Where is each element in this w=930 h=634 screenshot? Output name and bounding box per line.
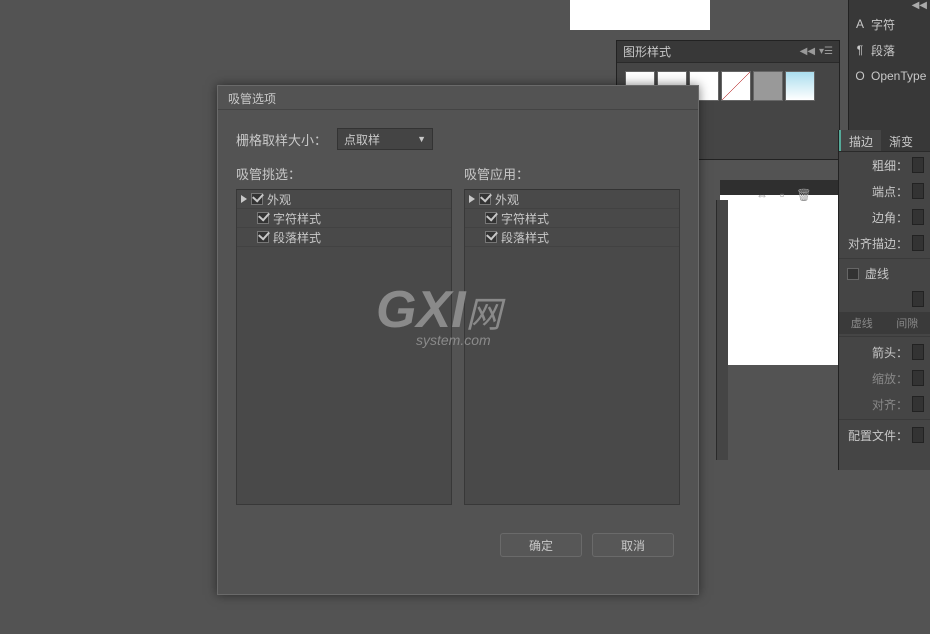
weight-input[interactable] — [912, 157, 924, 173]
pick-row-appearance[interactable]: 外观 — [237, 190, 451, 209]
align2-label: 对齐： — [872, 396, 908, 413]
profile-label: 配置文件： — [848, 427, 908, 444]
stroke-panel: 描边 渐变 粗细： 端点： 边角： 对齐描边： 虚线 虚线 间隙 箭头： 缩放：… — [838, 130, 930, 470]
stroke-panel-tabs: 描边 渐变 — [839, 130, 930, 152]
pick-appearance-label: 外观 — [267, 191, 291, 208]
pick-column-label: 吸管挑选： — [236, 164, 452, 183]
dash-sublabel: 虚线 — [839, 312, 885, 334]
panel-bottom-icons: ⇔ ▫ 🗑 — [756, 188, 812, 202]
align-stroke-buttons[interactable] — [912, 235, 924, 251]
corner-buttons[interactable] — [912, 209, 924, 225]
style-swatch-6[interactable] — [785, 71, 815, 101]
raster-sample-value: 点取样 — [344, 131, 380, 148]
paragraph-icon: ¶ — [853, 43, 867, 57]
apply-row-appearance[interactable]: 外观 — [465, 190, 679, 209]
expand-icon[interactable] — [241, 195, 247, 203]
raster-sample-select[interactable]: 点取样 ▼ — [337, 128, 433, 150]
cancel-button[interactable]: 取消 — [592, 533, 674, 557]
scale-label: 缩放： — [872, 370, 908, 387]
tab-paragraph-label: 段落 — [871, 42, 895, 59]
dashed-label: 虚线 — [865, 265, 889, 282]
checkbox-para-style[interactable] — [257, 231, 269, 243]
raster-sample-label: 栅格取样大小： — [236, 130, 327, 149]
dash-input-1[interactable] — [912, 291, 924, 307]
checkbox-para-style-2[interactable] — [485, 231, 497, 243]
checkbox-char-style[interactable] — [257, 212, 269, 224]
tab-character-label: 字符 — [871, 16, 895, 33]
expand-icon[interactable] — [469, 195, 475, 203]
panel-collapse-icon[interactable]: ◀◀ — [800, 46, 815, 57]
collapse-arrows[interactable]: ◀◀ — [849, 0, 930, 11]
panel-menu-icon[interactable]: ▾☰ — [819, 46, 833, 57]
dropdown-icon: ▼ — [417, 134, 426, 144]
pick-row-char-style[interactable]: 字符样式 — [237, 209, 451, 228]
tab-gradient[interactable]: 渐变 — [881, 130, 921, 151]
checkbox-appearance[interactable] — [251, 193, 263, 205]
canvas-white-side — [720, 195, 840, 365]
align2-buttons[interactable] — [912, 396, 924, 412]
style-swatch-4[interactable] — [721, 71, 751, 101]
checkbox-char-style-2[interactable] — [485, 212, 497, 224]
dashed-checkbox[interactable] — [847, 268, 859, 280]
pick-row-para-style[interactable]: 段落样式 — [237, 228, 451, 247]
checkbox-appearance-2[interactable] — [479, 193, 491, 205]
apply-para-style-label: 段落样式 — [501, 229, 549, 246]
character-icon: A — [853, 17, 867, 31]
cap-buttons[interactable] — [912, 183, 924, 199]
canvas-white-top — [570, 0, 710, 30]
side-scrollbar[interactable] — [716, 200, 728, 460]
trash-icon[interactable]: 🗑 — [796, 188, 811, 202]
link-icon[interactable]: ⇔ — [756, 188, 768, 202]
scale-input[interactable] — [912, 370, 924, 386]
pick-char-style-label: 字符样式 — [273, 210, 321, 227]
opentype-icon: O — [853, 69, 867, 83]
dialog-title: 吸管选项 — [218, 86, 698, 110]
new-icon[interactable]: ▫ — [780, 188, 784, 202]
tab-opentype-label: OpenType — [871, 69, 926, 83]
profile-select[interactable] — [912, 427, 924, 443]
graphics-styles-title: 图形样式 — [623, 43, 671, 60]
apply-char-style-label: 字符样式 — [501, 210, 549, 227]
weight-label: 粗细： — [872, 157, 908, 174]
eyedropper-options-dialog: 吸管选项 栅格取样大小： 点取样 ▼ 吸管挑选： 外观 — [217, 85, 699, 595]
corner-label: 边角： — [872, 209, 908, 226]
apply-column-label: 吸管应用： — [464, 164, 680, 183]
graphics-styles-titlebar: 图形样式 ◀◀ ▾☰ — [617, 41, 839, 63]
cap-label: 端点： — [872, 183, 908, 200]
apply-row-char-style[interactable]: 字符样式 — [465, 209, 679, 228]
apply-appearance-label: 外观 — [495, 191, 519, 208]
gap-sublabel: 间隙 — [885, 312, 930, 334]
tab-stroke[interactable]: 描边 — [839, 130, 881, 151]
tab-opentype[interactable]: O OpenType — [849, 63, 930, 89]
apply-row-para-style[interactable]: 段落样式 — [465, 228, 679, 247]
apply-listbox: 外观 字符样式 段落样式 — [464, 189, 680, 505]
arrow-select[interactable] — [912, 344, 924, 360]
ok-button[interactable]: 确定 — [500, 533, 582, 557]
tab-character[interactable]: A 字符 — [849, 11, 930, 37]
tab-paragraph[interactable]: ¶ 段落 — [849, 37, 930, 63]
arrow-label: 箭头： — [872, 344, 908, 361]
align-stroke-label: 对齐描边： — [848, 235, 908, 252]
pick-para-style-label: 段落样式 — [273, 229, 321, 246]
right-typography-panel: ◀◀ A 字符 ¶ 段落 O OpenType — [848, 0, 930, 130]
pick-listbox: 外观 字符样式 段落样式 — [236, 189, 452, 505]
style-swatch-5[interactable] — [753, 71, 783, 101]
